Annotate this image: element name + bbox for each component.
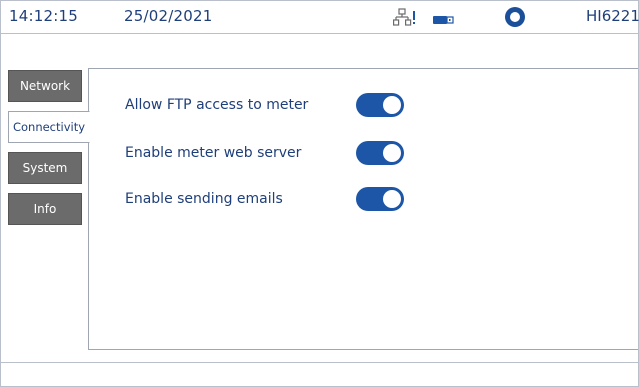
ftp-access-toggle[interactable] (356, 93, 404, 117)
tab-connectivity[interactable]: Connectivity (8, 111, 90, 143)
status-date: 25/02/2021 (124, 7, 213, 25)
record-icon (505, 7, 525, 27)
status-time: 14:12:15 (9, 7, 78, 25)
web-server-toggle[interactable] (356, 141, 404, 165)
toggle-knob (383, 144, 401, 162)
setting-label: Enable sending emails (125, 191, 283, 207)
toggle-knob (383, 190, 401, 208)
usb-icon (433, 11, 455, 24)
send-emails-toggle[interactable] (356, 187, 404, 211)
setting-label: Allow FTP access to meter (125, 97, 309, 113)
model-name: HI6221 (586, 7, 639, 25)
tab-system[interactable]: System (8, 152, 82, 184)
toggle-knob (383, 96, 401, 114)
setting-label: Enable meter web server (125, 145, 302, 161)
tab-info[interactable]: Info (8, 193, 82, 225)
network-icon (393, 8, 417, 26)
status-bar: 14:12:15 25/02/2021 HI6221 (1, 1, 639, 34)
footer-divider (1, 362, 638, 363)
connectivity-panel: Allow FTP access to meter Enable meter w… (88, 68, 638, 350)
tab-network[interactable]: Network (8, 70, 82, 102)
